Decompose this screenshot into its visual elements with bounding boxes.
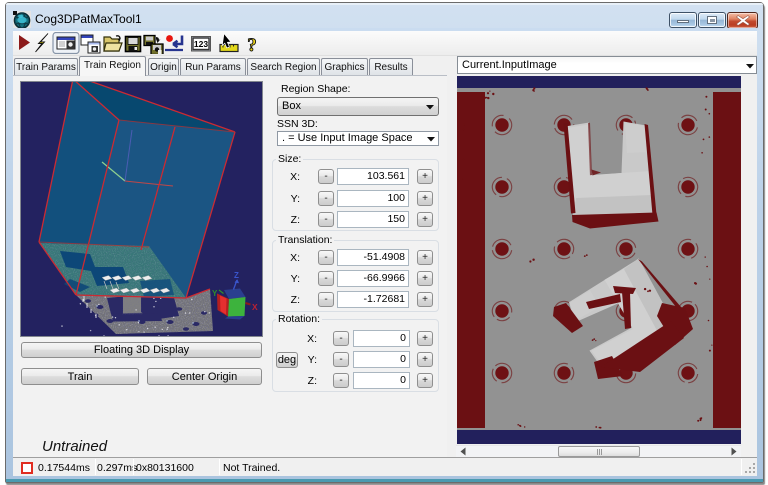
svg-text:X: X (252, 302, 258, 312)
svg-text:Z: Z (234, 271, 239, 280)
svg-text:?: ? (247, 35, 257, 54)
svg-text:123: 123 (194, 39, 208, 49)
svg-text:Y: Y (212, 289, 218, 298)
